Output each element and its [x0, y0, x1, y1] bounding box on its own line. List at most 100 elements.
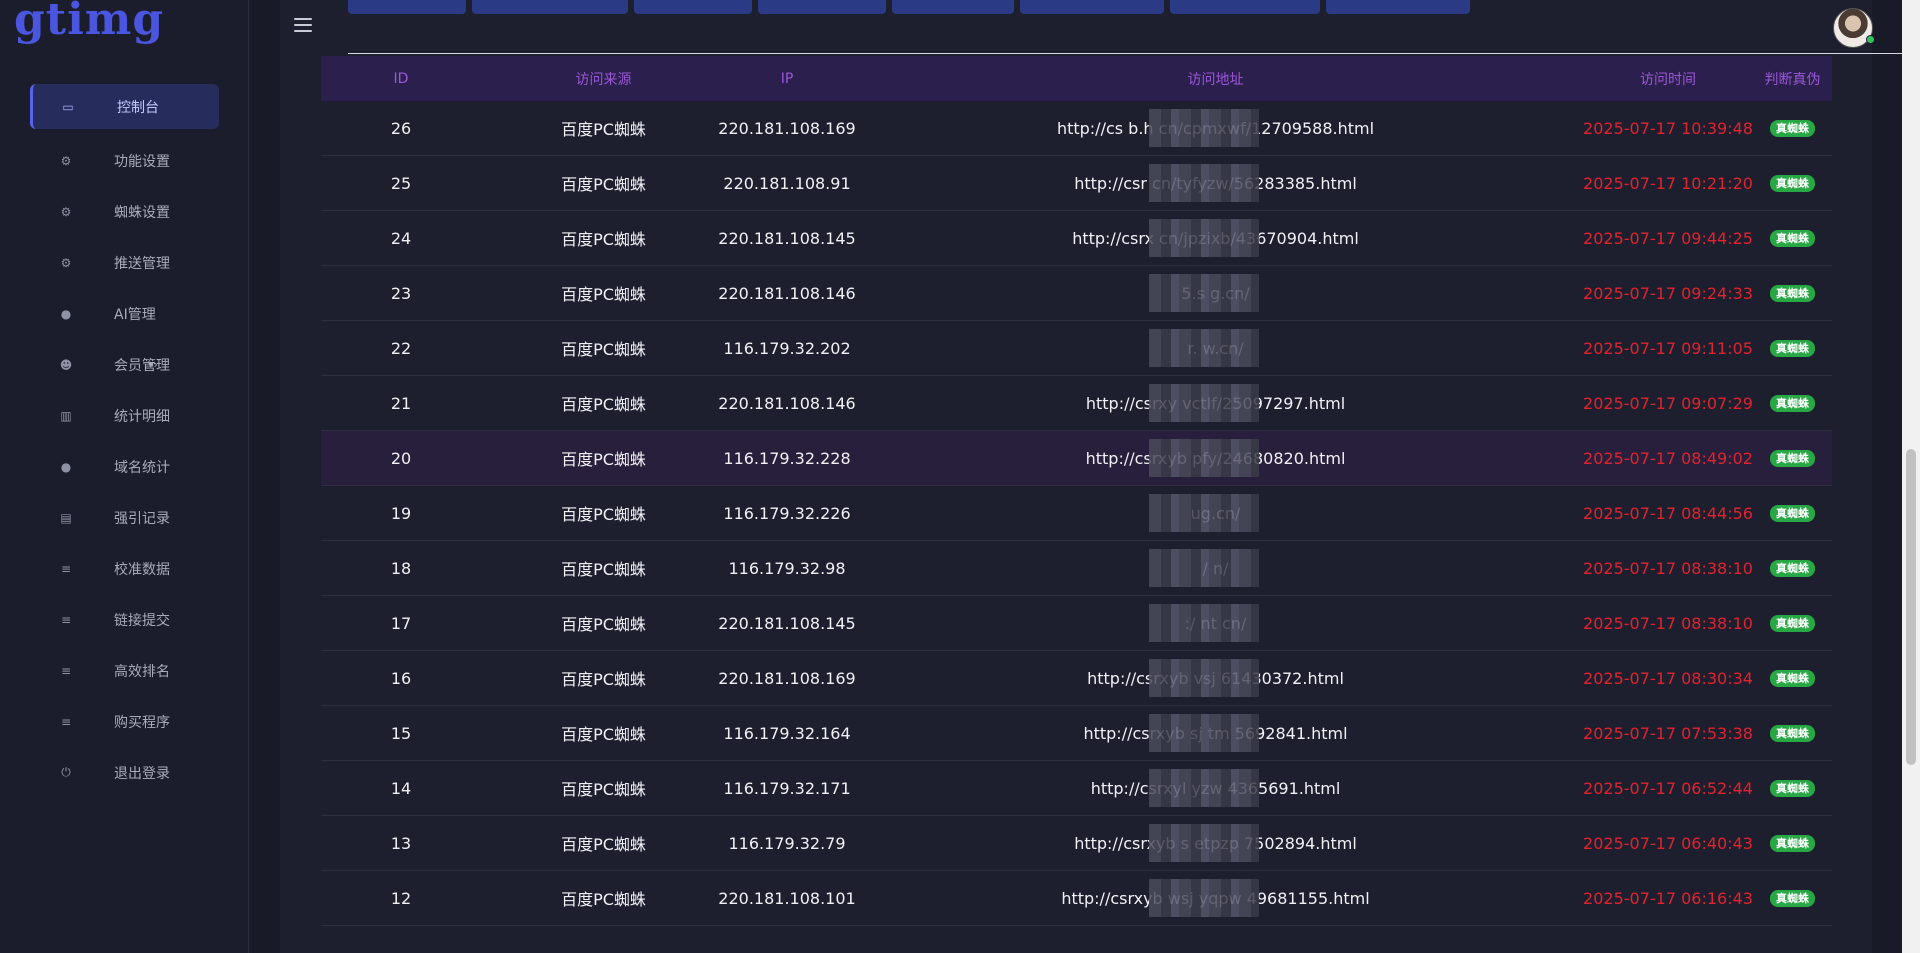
status-badge: 真蜘蛛	[1770, 119, 1815, 137]
column-header-time[interactable]: 访问时间	[1583, 56, 1753, 101]
row-ip: 220.181.108.145	[718, 228, 856, 248]
status-badge: 真蜘蛛	[1770, 394, 1815, 412]
sidebar-item-label: 功能设置	[114, 153, 170, 170]
table-row[interactable]: 24百度PC蜘蛛220.181.108.145http://csrx cn/jp…	[321, 211, 1832, 266]
table-row-partial: 11 百度PC蜘蛛 220.181.108.185	[321, 936, 1832, 953]
sidebar-item-8[interactable]: ▤ 强引记录	[0, 492, 249, 543]
row-id: 26	[390, 118, 412, 138]
column-header-source[interactable]: 访问来源	[481, 56, 726, 101]
sidebar-item-13[interactable]: ⏻ 退出登录	[0, 747, 249, 798]
sidebar-item-7[interactable]: ● 域名统计	[0, 441, 249, 492]
top-tab[interactable]	[758, 0, 886, 14]
table-row[interactable]: 15百度PC蜘蛛116.179.32.164http://csrxyb sj t…	[321, 706, 1832, 761]
redaction-block	[1149, 274, 1259, 312]
sidebar-item-label: 会员管理	[114, 357, 170, 374]
row-id: 24	[390, 228, 412, 248]
sidebar-item-6[interactable]: ▥ 统计明细	[0, 390, 249, 441]
table-row[interactable]: 17百度PC蜘蛛220.181.108.145:/ nt cn/2025-07-…	[321, 596, 1832, 651]
table-row[interactable]: 19百度PC蜘蛛116.179.32.226ug.cn/2025-07-17 0…	[321, 486, 1832, 541]
table-row[interactable]: 14百度PC蜘蛛116.179.32.171http://csrxyl yzw …	[321, 761, 1832, 816]
table-header: ID 访问来源 IP 访问地址 访问时间 判断真伪	[321, 56, 1832, 101]
status-badge: 真蜘蛛	[1770, 834, 1815, 852]
row-source: 百度PC蜘蛛	[561, 835, 646, 854]
row-time: 2025-07-17 08:44:56	[1583, 503, 1753, 523]
sidebar-item-5[interactable]: ☻ 会员管理 ▾›	[0, 339, 249, 390]
row-time: 2025-07-17 06:52:44	[1583, 778, 1753, 798]
sidebar-item-label: 校准数据	[114, 561, 170, 578]
row-ip: 116.179.32.226	[723, 503, 851, 523]
sidebar-item-9[interactable]: ≡ 校准数据	[0, 543, 249, 594]
scrollbar-thumb[interactable]	[1906, 449, 1916, 765]
table-row[interactable]: 23百度PC蜘蛛220.181.108.1465.s g.cn/2025-07-…	[321, 266, 1832, 321]
row-ip: 220.181.108.146	[718, 283, 856, 303]
row-ip: 116.179.32.98	[728, 558, 846, 578]
app-logo[interactable]: gtimg	[14, 0, 164, 45]
gears-icon: ⚙	[60, 255, 72, 270]
sidebar-item-label: 强引记录	[114, 510, 170, 527]
top-tab[interactable]	[634, 0, 752, 14]
table-row[interactable]: 12百度PC蜘蛛220.181.108.101http://csrxyb wsj…	[321, 871, 1832, 926]
row-source: 百度PC蜘蛛	[561, 670, 646, 689]
online-status-icon	[1866, 35, 1875, 44]
sidebar-item-10[interactable]: ≡ 链接提交	[0, 594, 249, 645]
row-time: 2025-07-17 10:39:48	[1583, 118, 1753, 138]
table-row[interactable]: 13百度PC蜘蛛116.179.32.79http://csrxyb s etp…	[321, 816, 1832, 871]
table-row[interactable]: 22百度PC蜘蛛116.179.32.202r. w.cn/2025-07-17…	[321, 321, 1832, 376]
sidebar-item-4[interactable]: ● AI管理	[0, 288, 249, 339]
list-icon: ≡	[60, 663, 72, 678]
top-tab[interactable]	[348, 0, 466, 14]
table-row[interactable]: 25百度PC蜘蛛220.181.108.91http://csr cn/tyfy…	[321, 156, 1832, 211]
spider-log-table: ID 访问来源 IP 访问地址 访问时间 判断真伪 26 百度PC蜘蛛 220.18…	[321, 56, 1832, 926]
top-tab[interactable]	[472, 0, 628, 14]
verdict-cell: 真蜘蛛	[1753, 651, 1832, 705]
verdict-cell: 真蜘蛛	[1753, 596, 1832, 650]
verdict-cell: 真蜘蛛	[1753, 156, 1832, 210]
row-ip: 116.179.32.164	[723, 723, 851, 743]
sidebar-item-label: 域名统计	[114, 459, 170, 476]
top-tab[interactable]	[1326, 0, 1470, 14]
row-time: 2025-07-17 08:49:02	[1583, 448, 1753, 468]
page-scrollbar[interactable]	[1902, 0, 1920, 953]
gears-icon: ⚙	[60, 204, 72, 219]
top-tab[interactable]	[1020, 0, 1164, 14]
sidebar-item-3[interactable]: ⚙ 推送管理	[0, 237, 249, 288]
table-row[interactable]: 26 百度PC蜘蛛 220.181.108.169 http://cs b.h cn/…	[321, 101, 1832, 156]
sidebar-item-label: 链接提交	[114, 612, 170, 629]
table-row[interactable]: 18百度PC蜘蛛116.179.32.98/ n/2025-07-17 08:3…	[321, 541, 1832, 596]
row-time: 2025-07-17 08:38:10	[1583, 613, 1753, 633]
row-id: 23	[390, 283, 412, 303]
table-row[interactable]: 21 百度PC蜘蛛 220.181.108.146 http://csrxy vctl…	[321, 376, 1832, 431]
row-id: 15	[390, 723, 412, 743]
sidebar-item-12[interactable]: ≡ 购买程序	[0, 696, 249, 747]
header-divider	[348, 53, 1902, 54]
sidebar-item-1[interactable]: ⚙ 功能设置	[0, 135, 249, 186]
redaction-block	[1149, 604, 1259, 642]
column-header-id[interactable]: ID	[321, 56, 481, 101]
sidebar-item-11[interactable]: ≡ 高效排名	[0, 645, 249, 696]
column-header-url[interactable]: 访问地址	[848, 56, 1583, 101]
row-source: 百度PC蜘蛛	[561, 780, 646, 799]
sidebar-item-0[interactable]: ▭ 控制台	[30, 84, 219, 129]
status-badge: 真蜘蛛	[1770, 724, 1815, 742]
row-ip: 116.179.32.171	[723, 778, 851, 798]
table-row[interactable]: 16百度PC蜘蛛220.181.108.169http://csrxyb vsj…	[321, 651, 1832, 706]
row-source: 百度PC蜘蛛	[561, 175, 646, 194]
top-tab[interactable]	[892, 0, 1014, 14]
row-time: 2025-07-17 09:24:33	[1583, 283, 1753, 303]
top-tab[interactable]	[1170, 0, 1320, 14]
hamburger-menu-icon[interactable]	[294, 18, 312, 32]
column-header-ip[interactable]: IP	[726, 56, 848, 101]
table-row[interactable]: 20 百度PC蜘蛛 116.179.32.228 http://csrxyb pfy/…	[321, 431, 1832, 486]
status-badge: 真蜘蛛	[1770, 889, 1815, 907]
sidebar-item-2[interactable]: ⚙ 蜘蛛设置	[0, 186, 249, 237]
column-header-verdict[interactable]: 判断真伪	[1753, 56, 1832, 101]
row-source: 百度PC蜘蛛	[561, 450, 646, 469]
row-id: 25	[390, 173, 412, 193]
bar-chart-icon: ▥	[60, 408, 72, 423]
verdict-cell: 真蜘蛛	[1753, 101, 1832, 155]
redaction-block	[1149, 659, 1259, 697]
row-ip: 116.179.32.228	[723, 448, 851, 468]
row-source: 百度PC蜘蛛	[561, 615, 646, 634]
verdict-cell: 真蜘蛛	[1753, 761, 1832, 815]
row-id: 18	[390, 558, 412, 578]
